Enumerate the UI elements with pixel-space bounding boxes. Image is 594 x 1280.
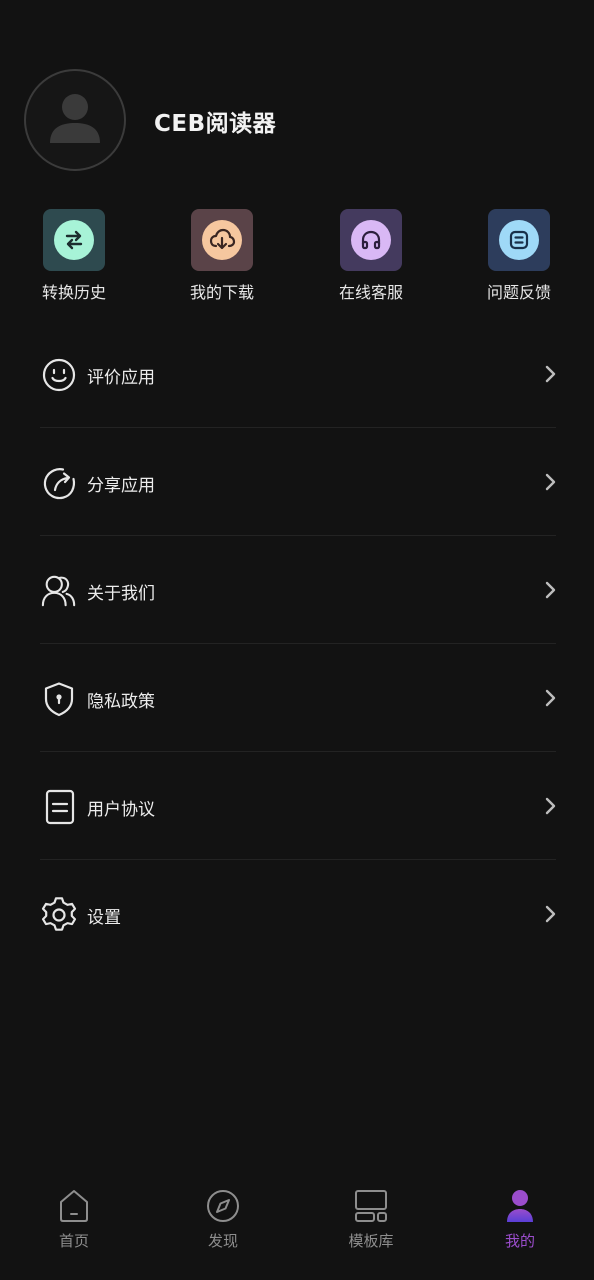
menu-item-rate-app[interactable]: 评价应用 xyxy=(0,320,594,428)
quick-action-label: 转换历史 xyxy=(41,283,106,302)
menu-item-label: 用户协议 xyxy=(87,800,155,820)
quick-action-label: 在线客服 xyxy=(338,283,403,302)
share-icon xyxy=(41,465,77,501)
nav-label: 模板库 xyxy=(348,1232,394,1250)
nav-item-discover[interactable]: 发现 xyxy=(163,1180,283,1280)
menu-item-label: 评价应用 xyxy=(87,368,155,388)
menu-item-share-app[interactable]: 分享应用 xyxy=(0,428,594,536)
quick-action-label: 我的下载 xyxy=(189,283,254,302)
nav-label: 首页 xyxy=(58,1232,89,1250)
chevron-right-icon xyxy=(545,581,556,599)
avatar[interactable] xyxy=(24,69,126,171)
menu-item-about-us[interactable]: 关于我们 xyxy=(0,536,594,644)
quick-action-downloads[interactable]: 我的下载 xyxy=(172,209,272,303)
template-icon xyxy=(353,1188,389,1224)
nav-label: 我的 xyxy=(504,1232,535,1250)
headphones-icon xyxy=(351,220,391,260)
user-silhouette-icon xyxy=(50,94,100,143)
users-icon xyxy=(41,573,77,609)
quick-action-feedback[interactable]: 问题反馈 xyxy=(469,209,569,303)
quick-action-support[interactable]: 在线客服 xyxy=(321,209,421,303)
menu-item-privacy-policy[interactable]: 隐私政策 xyxy=(0,644,594,752)
settings-menu: 评价应用 分享应用 关于我们 隐私政策 用户协议 设置 xyxy=(0,320,594,968)
menu-item-user-agreement[interactable]: 用户协议 xyxy=(0,752,594,860)
profile-icon xyxy=(502,1188,538,1224)
menu-item-settings[interactable]: 设置 xyxy=(0,860,594,968)
nav-label: 发现 xyxy=(207,1232,238,1250)
chevron-right-icon xyxy=(545,473,556,491)
smiley-icon xyxy=(41,357,77,393)
compass-icon xyxy=(205,1188,241,1224)
app-title: CEB阅读器 xyxy=(154,111,277,137)
quick-actions: 转换历史 我的下载 在线客服 问题反馈 xyxy=(0,209,594,309)
shield-icon xyxy=(41,681,77,717)
swap-arrows-icon xyxy=(54,220,94,260)
gear-icon xyxy=(41,897,77,933)
quick-action-label: 问题反馈 xyxy=(486,283,551,302)
nav-item-mine[interactable]: 我的 xyxy=(460,1180,580,1280)
bottom-nav: 首页 发现 模板库 我的 xyxy=(0,1180,594,1280)
feedback-icon xyxy=(499,220,539,260)
chevron-right-icon xyxy=(545,905,556,923)
cloud-download-icon xyxy=(202,220,242,260)
quick-action-history[interactable]: 转换历史 xyxy=(24,209,124,303)
chevron-right-icon xyxy=(545,797,556,815)
nav-item-home[interactable]: 首页 xyxy=(14,1180,134,1280)
home-icon xyxy=(56,1188,92,1224)
nav-item-templates[interactable]: 模板库 xyxy=(311,1180,431,1280)
chevron-right-icon xyxy=(545,365,556,383)
menu-item-label: 隐私政策 xyxy=(87,692,155,712)
chevron-right-icon xyxy=(545,689,556,707)
menu-item-label: 分享应用 xyxy=(87,476,155,496)
document-icon xyxy=(41,789,77,825)
menu-item-label: 设置 xyxy=(87,908,121,928)
menu-item-label: 关于我们 xyxy=(87,584,155,604)
